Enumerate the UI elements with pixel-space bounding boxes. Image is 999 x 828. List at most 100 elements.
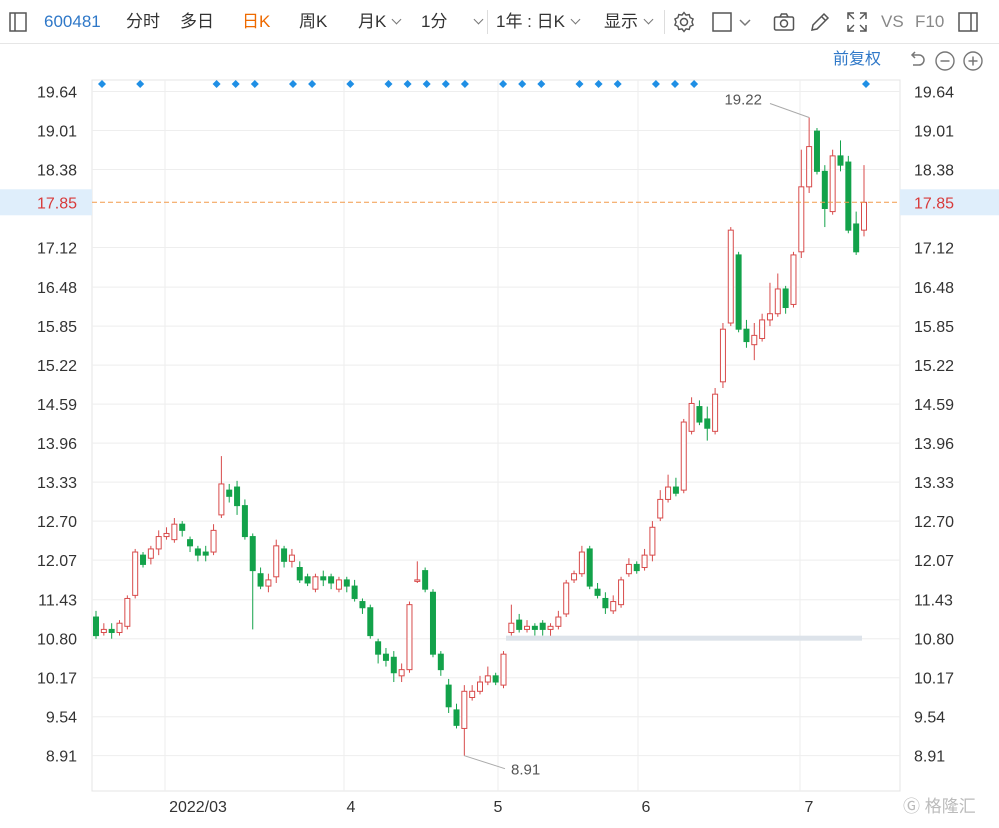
candle[interactable] bbox=[649, 521, 656, 562]
candle[interactable] bbox=[719, 323, 726, 389]
candle[interactable] bbox=[500, 651, 507, 689]
tab-multiday[interactable]: 多日 bbox=[180, 0, 214, 44]
candle[interactable] bbox=[187, 536, 194, 553]
candle[interactable] bbox=[445, 678, 452, 713]
event-marker-icon[interactable] bbox=[231, 80, 240, 88]
candle[interactable] bbox=[657, 490, 664, 522]
candle[interactable] bbox=[618, 576, 625, 608]
candle[interactable] bbox=[774, 273, 781, 317]
candle[interactable] bbox=[367, 604, 374, 639]
event-marker-icon[interactable] bbox=[308, 80, 317, 88]
candle[interactable] bbox=[429, 589, 436, 658]
candle[interactable] bbox=[782, 285, 789, 314]
candle[interactable] bbox=[155, 530, 162, 556]
candle[interactable] bbox=[806, 117, 813, 194]
candle[interactable] bbox=[422, 567, 429, 593]
candle[interactable] bbox=[829, 149, 836, 215]
candle[interactable] bbox=[813, 128, 820, 175]
candle[interactable] bbox=[837, 140, 844, 172]
candle[interactable] bbox=[672, 477, 679, 497]
candle[interactable] bbox=[461, 685, 468, 756]
candle[interactable] bbox=[343, 576, 350, 593]
candle[interactable] bbox=[453, 703, 460, 729]
candle[interactable] bbox=[100, 623, 107, 636]
event-marker-icon[interactable] bbox=[499, 80, 508, 88]
candle[interactable] bbox=[398, 663, 405, 683]
candle[interactable] bbox=[124, 595, 131, 630]
candle[interactable] bbox=[194, 545, 201, 562]
candle[interactable] bbox=[688, 397, 695, 435]
candle[interactable] bbox=[179, 521, 186, 537]
candle[interactable] bbox=[508, 604, 515, 636]
candle[interactable] bbox=[665, 474, 672, 503]
candle[interactable] bbox=[727, 227, 734, 327]
candle[interactable] bbox=[210, 524, 217, 556]
candle[interactable] bbox=[571, 570, 578, 583]
checkbox-icon[interactable] bbox=[711, 10, 735, 34]
candle[interactable] bbox=[288, 548, 295, 568]
candle[interactable] bbox=[202, 545, 209, 562]
candle[interactable] bbox=[140, 552, 147, 568]
candle[interactable] bbox=[586, 545, 593, 590]
f10-button[interactable]: F10 bbox=[915, 0, 944, 44]
candle[interactable] bbox=[531, 623, 538, 636]
candle[interactable] bbox=[790, 251, 797, 308]
display-menu[interactable]: 显示 bbox=[604, 0, 654, 44]
undo-icon[interactable] bbox=[906, 50, 928, 72]
event-marker-icon[interactable] bbox=[671, 80, 679, 88]
candle[interactable] bbox=[610, 595, 617, 614]
candle[interactable] bbox=[602, 592, 609, 614]
fullscreen-icon[interactable] bbox=[845, 10, 869, 34]
candle[interactable] bbox=[273, 539, 280, 583]
candle[interactable] bbox=[437, 651, 444, 676]
candle[interactable] bbox=[861, 165, 867, 237]
candle[interactable] bbox=[704, 406, 711, 441]
tab-minute[interactable]: 1分 bbox=[421, 0, 484, 44]
event-marker-icon[interactable] bbox=[98, 80, 106, 88]
candle[interactable] bbox=[414, 561, 421, 583]
candle[interactable] bbox=[359, 598, 366, 614]
candle[interactable] bbox=[257, 567, 264, 590]
candle[interactable] bbox=[116, 620, 123, 636]
range-select[interactable]: 1年 : 日K bbox=[496, 0, 581, 44]
event-marker-icon[interactable] bbox=[136, 80, 145, 88]
candle[interactable] bbox=[328, 573, 335, 590]
candle[interactable] bbox=[382, 647, 389, 667]
candle[interactable] bbox=[845, 155, 852, 234]
candle[interactable] bbox=[304, 573, 311, 587]
event-marker-icon[interactable] bbox=[862, 80, 870, 88]
candle[interactable] bbox=[406, 601, 413, 673]
candle[interactable] bbox=[281, 545, 288, 568]
candle[interactable] bbox=[93, 610, 99, 639]
candle[interactable] bbox=[539, 620, 546, 636]
event-marker-icon[interactable] bbox=[575, 80, 584, 88]
candle[interactable] bbox=[625, 558, 632, 577]
candle[interactable] bbox=[492, 672, 499, 686]
candle[interactable] bbox=[743, 319, 750, 348]
panel-icon[interactable] bbox=[6, 10, 30, 34]
camera-icon[interactable] bbox=[772, 10, 796, 34]
candle[interactable] bbox=[171, 517, 178, 543]
event-marker-icon[interactable] bbox=[690, 80, 699, 88]
candle[interactable] bbox=[469, 685, 476, 701]
candle[interactable] bbox=[751, 323, 758, 361]
candle[interactable] bbox=[226, 483, 233, 503]
candle[interactable] bbox=[234, 480, 241, 515]
layout-icon[interactable] bbox=[956, 10, 980, 34]
candle[interactable] bbox=[735, 251, 742, 333]
candle[interactable] bbox=[766, 282, 773, 327]
candle[interactable] bbox=[351, 579, 358, 602]
candle[interactable] bbox=[335, 576, 342, 593]
candle[interactable] bbox=[218, 456, 225, 518]
event-marker-icon[interactable] bbox=[537, 80, 546, 88]
event-marker-icon[interactable] bbox=[250, 80, 259, 88]
tab-monthly[interactable]: 月K bbox=[358, 0, 402, 44]
event-marker-icon[interactable] bbox=[441, 80, 450, 88]
candle[interactable] bbox=[594, 582, 601, 599]
event-marker-icon[interactable] bbox=[422, 80, 431, 88]
event-marker-icon[interactable] bbox=[460, 80, 469, 88]
event-marker-icon[interactable] bbox=[289, 80, 297, 88]
event-marker-icon[interactable] bbox=[403, 80, 412, 88]
candle[interactable] bbox=[641, 548, 648, 571]
candle[interactable] bbox=[516, 613, 523, 633]
